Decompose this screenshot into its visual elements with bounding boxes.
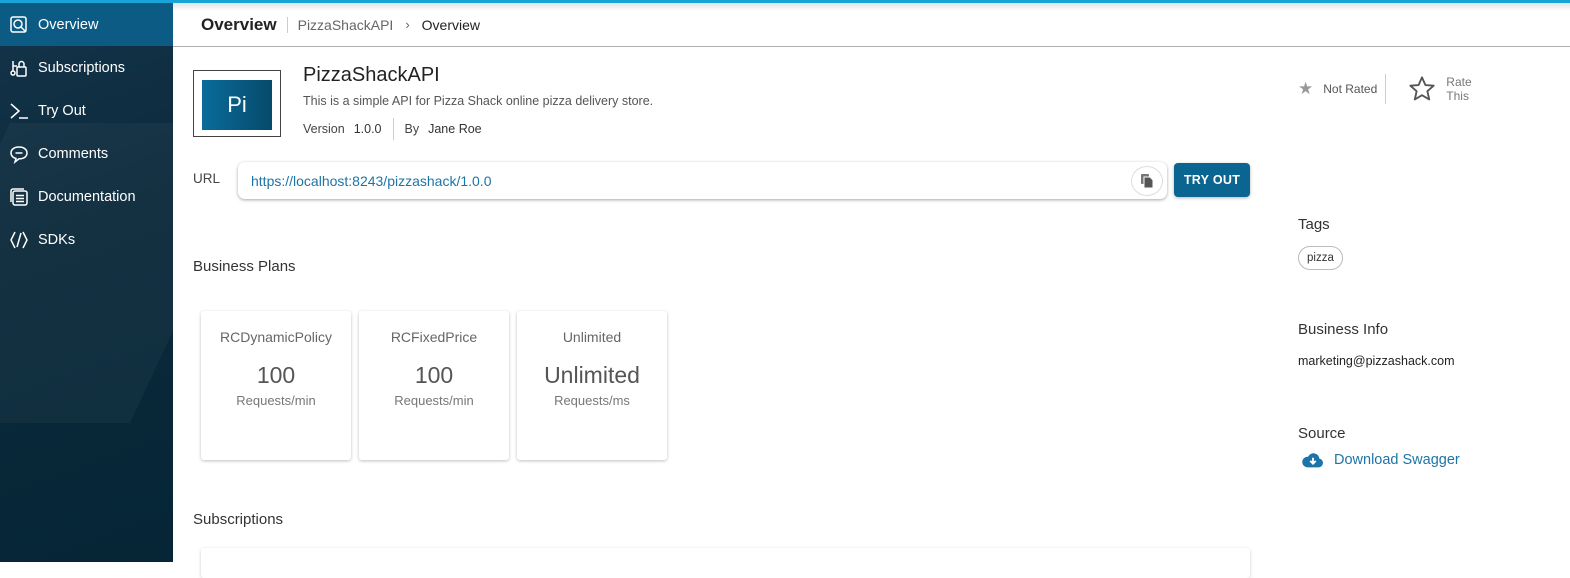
api-logo: Pi: [202, 80, 272, 130]
version-label: Version: [303, 122, 345, 136]
plan-card: Unlimited Unlimited Requests/ms: [517, 311, 667, 460]
plan-name: Unlimited: [562, 329, 622, 345]
top-accent-bar: [0, 0, 1570, 3]
sidebar-item-overview[interactable]: Overview: [0, 3, 173, 46]
url-value[interactable]: https://localhost:8243/pizzashack/1.0.0: [251, 173, 491, 189]
copy-icon: [1141, 174, 1154, 189]
tags-title: Tags: [1298, 216, 1330, 233]
by-label: By: [404, 122, 420, 136]
try-out-button[interactable]: TRY OUT: [1174, 163, 1250, 197]
plan-value: 100: [256, 362, 296, 388]
api-meta: Version 1.0.0 By Jane Roe: [303, 118, 482, 140]
terminal-icon: [8, 100, 30, 122]
chevron-right-icon: ›: [405, 17, 410, 32]
header-divider: [286, 16, 288, 33]
sidebar-item-label: Comments: [38, 145, 109, 162]
tag-chip[interactable]: pizza: [1298, 246, 1343, 270]
url-label: URL: [193, 171, 221, 186]
sidebar-item-try-out[interactable]: Try Out: [0, 89, 173, 132]
copy-url-button[interactable]: [1131, 166, 1163, 196]
rating-divider: [1385, 74, 1387, 104]
cloud-download-icon: [1302, 453, 1323, 468]
rate-this-button[interactable]: Rate This: [1408, 75, 1472, 103]
business-email: marketing@pizzashack.com: [1298, 354, 1455, 368]
plan-name: RCDynamicPolicy: [219, 329, 333, 345]
sidebar-item-label: Documentation: [38, 188, 136, 205]
sidebar-item-comments[interactable]: Comments: [0, 132, 173, 175]
breadcrumb-current: Overview: [421, 16, 481, 33]
page-header: Overview PizzaShackAPI › Overview: [173, 3, 1570, 47]
breadcrumb-api-link[interactable]: PizzaShackAPI: [298, 17, 394, 33]
rate-label-line1: Rate: [1446, 75, 1472, 89]
code-icon: [8, 229, 30, 251]
star-icon: ★: [1298, 79, 1314, 98]
author-name: Jane Roe: [428, 122, 482, 136]
business-info-title: Business Info: [1298, 321, 1389, 338]
rating-status: Not Rated: [1323, 82, 1378, 96]
sidebar-item-label: Subscriptions: [38, 59, 126, 76]
star-outline-icon: [1409, 76, 1435, 101]
api-name: PizzaShackAPI: [303, 64, 440, 86]
plan-card: RCFixedPrice 100 Requests/min: [359, 311, 509, 460]
plan-unit: Requests/ms: [554, 393, 630, 408]
subscriptions-icon: [8, 57, 30, 79]
api-description: This is a simple API for Pizza Shack onl…: [303, 94, 654, 108]
rate-label-line2: This: [1446, 89, 1469, 103]
overview-search-icon: [8, 14, 30, 36]
plan-card: RCDynamicPolicy 100 Requests/min: [201, 311, 351, 460]
plan-value: Unlimited: [544, 362, 640, 388]
plan-value: 100: [414, 362, 454, 388]
plan-name: RCFixedPrice: [390, 329, 478, 345]
sidebar-item-documentation[interactable]: Documentation: [0, 175, 173, 218]
sidebar-item-label: Overview: [38, 16, 99, 33]
sidebar-item-subscriptions[interactable]: Subscriptions: [0, 46, 173, 89]
sidebar-item-sdks[interactable]: SDKs: [0, 218, 173, 261]
sidebar-item-label: Try Out: [38, 102, 86, 119]
comment-icon: [8, 143, 30, 165]
subscriptions-title: Subscriptions: [193, 511, 284, 528]
download-swagger-label: Download Swagger: [1334, 452, 1460, 468]
sidebar: Overview Subscriptions Try Out Comments …: [0, 3, 173, 562]
api-thumbnail: Pi: [193, 70, 281, 137]
rating-area: ★ Not Rated Rate This: [1298, 74, 1472, 104]
download-swagger-link[interactable]: Download Swagger: [1302, 451, 1460, 469]
sidebar-item-label: SDKs: [38, 231, 76, 248]
business-plans-title: Business Plans: [193, 258, 296, 275]
documentation-icon: [8, 186, 30, 208]
meta-divider: [392, 118, 394, 140]
plan-unit: Requests/min: [236, 393, 316, 408]
version-value: 1.0.0: [353, 122, 382, 136]
source-title: Source: [1298, 425, 1346, 442]
plan-unit: Requests/min: [394, 393, 474, 408]
url-field[interactable]: https://localhost:8243/pizzashack/1.0.0: [238, 162, 1167, 199]
page-title: Overview: [201, 14, 277, 34]
subscriptions-card: [201, 548, 1250, 578]
